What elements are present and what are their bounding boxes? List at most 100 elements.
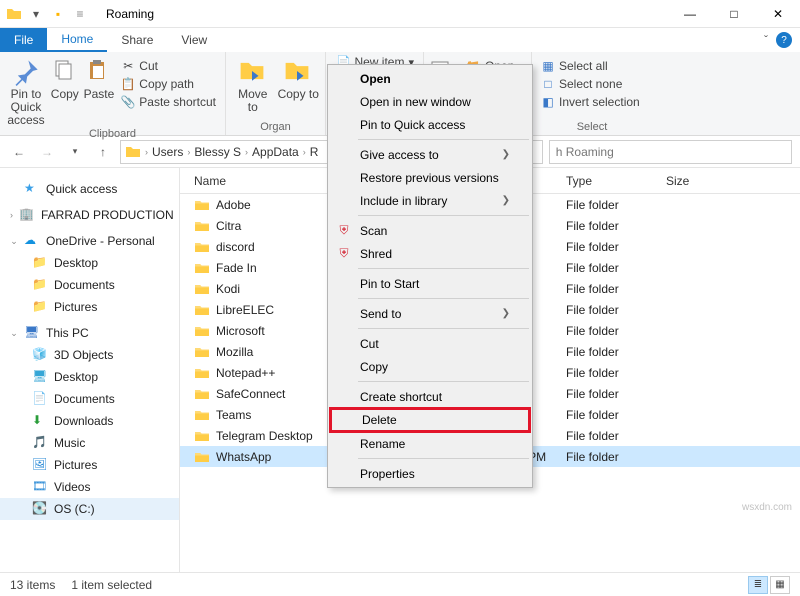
group-label-clipboard: Clipboard [6, 128, 219, 142]
select-all-button[interactable]: ▦Select all [538, 58, 643, 74]
chevron-right-icon: ❯ [502, 195, 510, 206]
back-button[interactable]: ← [8, 141, 30, 163]
file-type: File folder [560, 240, 660, 254]
file-name: Kodi [216, 282, 240, 296]
sidebar-documents[interactable]: 📄Documents [0, 388, 179, 410]
large-icons-view-button[interactable]: ▦ [770, 576, 790, 594]
music-icon: 🎵 [32, 435, 48, 451]
ctx-restore-versions[interactable]: Restore previous versions [330, 166, 530, 189]
ctx-properties[interactable]: Properties [330, 462, 530, 485]
column-type[interactable]: Type [560, 174, 660, 188]
paste-shortcut-button[interactable]: 📎Paste shortcut [118, 94, 219, 110]
copy-to-button[interactable]: Copy to [278, 54, 320, 101]
shield-icon: ⛨ [336, 246, 352, 262]
forward-button[interactable]: → [36, 141, 58, 163]
ctx-create-shortcut[interactable]: Create shortcut [330, 385, 530, 408]
overflow-icon[interactable]: ≡ [72, 6, 88, 22]
ribbon-collapse-icon[interactable]: ˇ [764, 33, 768, 47]
file-type: File folder [560, 324, 660, 338]
ctx-include-library[interactable]: Include in library❯ [330, 189, 530, 212]
move-to-button[interactable]: Move to [232, 54, 274, 114]
close-button[interactable]: ✕ [756, 0, 800, 28]
sidebar-videos[interactable]: 🎞Videos [0, 476, 179, 498]
cut-button[interactable]: ✂Cut [118, 58, 219, 74]
crumb-users[interactable]: Users› [152, 145, 190, 159]
context-menu: Open Open in new window Pin to Quick acc… [327, 64, 533, 488]
crumb-roaming[interactable]: R [310, 145, 319, 159]
sidebar-pictures[interactable]: 🖼Pictures [0, 454, 179, 476]
chevron-right-icon: ❯ [502, 308, 510, 319]
move-to-icon [239, 58, 267, 86]
sidebar-3d-objects[interactable]: 🧊3D Objects [0, 344, 179, 366]
ctx-cut[interactable]: Cut [330, 332, 530, 355]
folder-icon [194, 218, 210, 234]
sidebar-desktop[interactable]: 🖥Desktop [0, 366, 179, 388]
ctx-pin-quick-access[interactable]: Pin to Quick access [330, 113, 530, 136]
tab-file[interactable]: File [0, 28, 47, 52]
file-name: Notepad++ [216, 366, 275, 380]
copy-path-button[interactable]: 📋Copy path [118, 76, 219, 92]
invert-selection-button[interactable]: ◧Invert selection [538, 94, 643, 110]
ctx-delete[interactable]: Delete [329, 407, 531, 433]
ctx-open-new-window[interactable]: Open in new window [330, 90, 530, 113]
ctx-open[interactable]: Open [330, 67, 530, 90]
qat-dropdown-icon[interactable]: ▾ [28, 6, 44, 22]
shield-icon: ⛨ [336, 223, 352, 239]
maximize-button[interactable]: □ [712, 0, 756, 28]
help-icon[interactable]: ? [776, 32, 792, 48]
ctx-copy[interactable]: Copy [330, 355, 530, 378]
sidebar-downloads[interactable]: ⬇Downloads [0, 410, 179, 432]
documents-icon: 📄 [32, 391, 48, 407]
sidebar-os-drive[interactable]: 💽OS (C:) [0, 498, 179, 520]
file-name: WhatsApp [216, 450, 271, 464]
cube-icon: 🧊 [32, 347, 48, 363]
ctx-scan[interactable]: ⛨Scan [330, 219, 530, 242]
select-none-button[interactable]: □Select none [538, 76, 643, 92]
file-name: Microsoft [216, 324, 265, 338]
column-size[interactable]: Size [660, 174, 730, 188]
sidebar-music[interactable]: 🎵Music [0, 432, 179, 454]
paste-icon [85, 58, 113, 86]
copy-icon [51, 58, 79, 86]
sidebar-quick-access[interactable]: ★Quick access [0, 178, 179, 200]
ctx-pin-start[interactable]: Pin to Start [330, 272, 530, 295]
ctx-give-access[interactable]: Give access to❯ [330, 143, 530, 166]
ctx-send-to[interactable]: Send to❯ [330, 302, 530, 325]
sidebar-onedrive-desktop[interactable]: 📁Desktop [0, 252, 179, 274]
minimize-button[interactable]: — [668, 0, 712, 28]
copy-button[interactable]: Copy [50, 54, 80, 101]
file-type: File folder [560, 450, 660, 464]
up-button[interactable]: ↑ [92, 141, 114, 163]
watermark: wsxdn.com [742, 502, 792, 513]
crumb-user[interactable]: Blessy S› [194, 145, 248, 159]
details-view-button[interactable]: ≣ [748, 576, 768, 594]
pin-to-quick-access-button[interactable]: Pin to Quick access [6, 54, 46, 128]
desktop-icon: 🖥 [32, 369, 48, 385]
sidebar-onedrive-pictures[interactable]: 📁Pictures [0, 296, 179, 318]
pc-icon: 🖥 [24, 325, 40, 341]
crumb-appdata[interactable]: AppData› [252, 145, 306, 159]
folder-icon [194, 323, 210, 339]
file-name: Mozilla [216, 345, 253, 359]
ctx-rename[interactable]: Rename [330, 432, 530, 455]
file-type: File folder [560, 366, 660, 380]
ctx-shred[interactable]: ⛨Shred [330, 242, 530, 265]
search-input[interactable]: h Roaming [549, 140, 792, 164]
tab-home[interactable]: Home [47, 28, 107, 52]
recent-locations-button[interactable]: ▾ [64, 141, 86, 163]
videos-icon: 🎞 [32, 479, 48, 495]
building-icon: 🏢 [19, 207, 35, 223]
sidebar-onedrive[interactable]: ⌄☁OneDrive - Personal [0, 230, 179, 252]
sidebar-onedrive-documents[interactable]: 📁Documents [0, 274, 179, 296]
file-name: Teams [216, 408, 251, 422]
paste-button[interactable]: Paste [84, 54, 115, 101]
navigation-pane[interactable]: ★Quick access ›🏢FARRAD PRODUCTION ⌄☁OneD… [0, 168, 180, 572]
folder-icon [194, 239, 210, 255]
paste-shortcut-icon: 📎 [121, 95, 135, 109]
tab-share[interactable]: Share [107, 28, 167, 52]
file-name: Telegram Desktop [216, 429, 313, 443]
tabs-icon[interactable]: ▪ [50, 6, 66, 22]
sidebar-farrad[interactable]: ›🏢FARRAD PRODUCTION [0, 204, 179, 226]
sidebar-this-pc[interactable]: ⌄🖥This PC [0, 322, 179, 344]
tab-view[interactable]: View [167, 28, 221, 52]
